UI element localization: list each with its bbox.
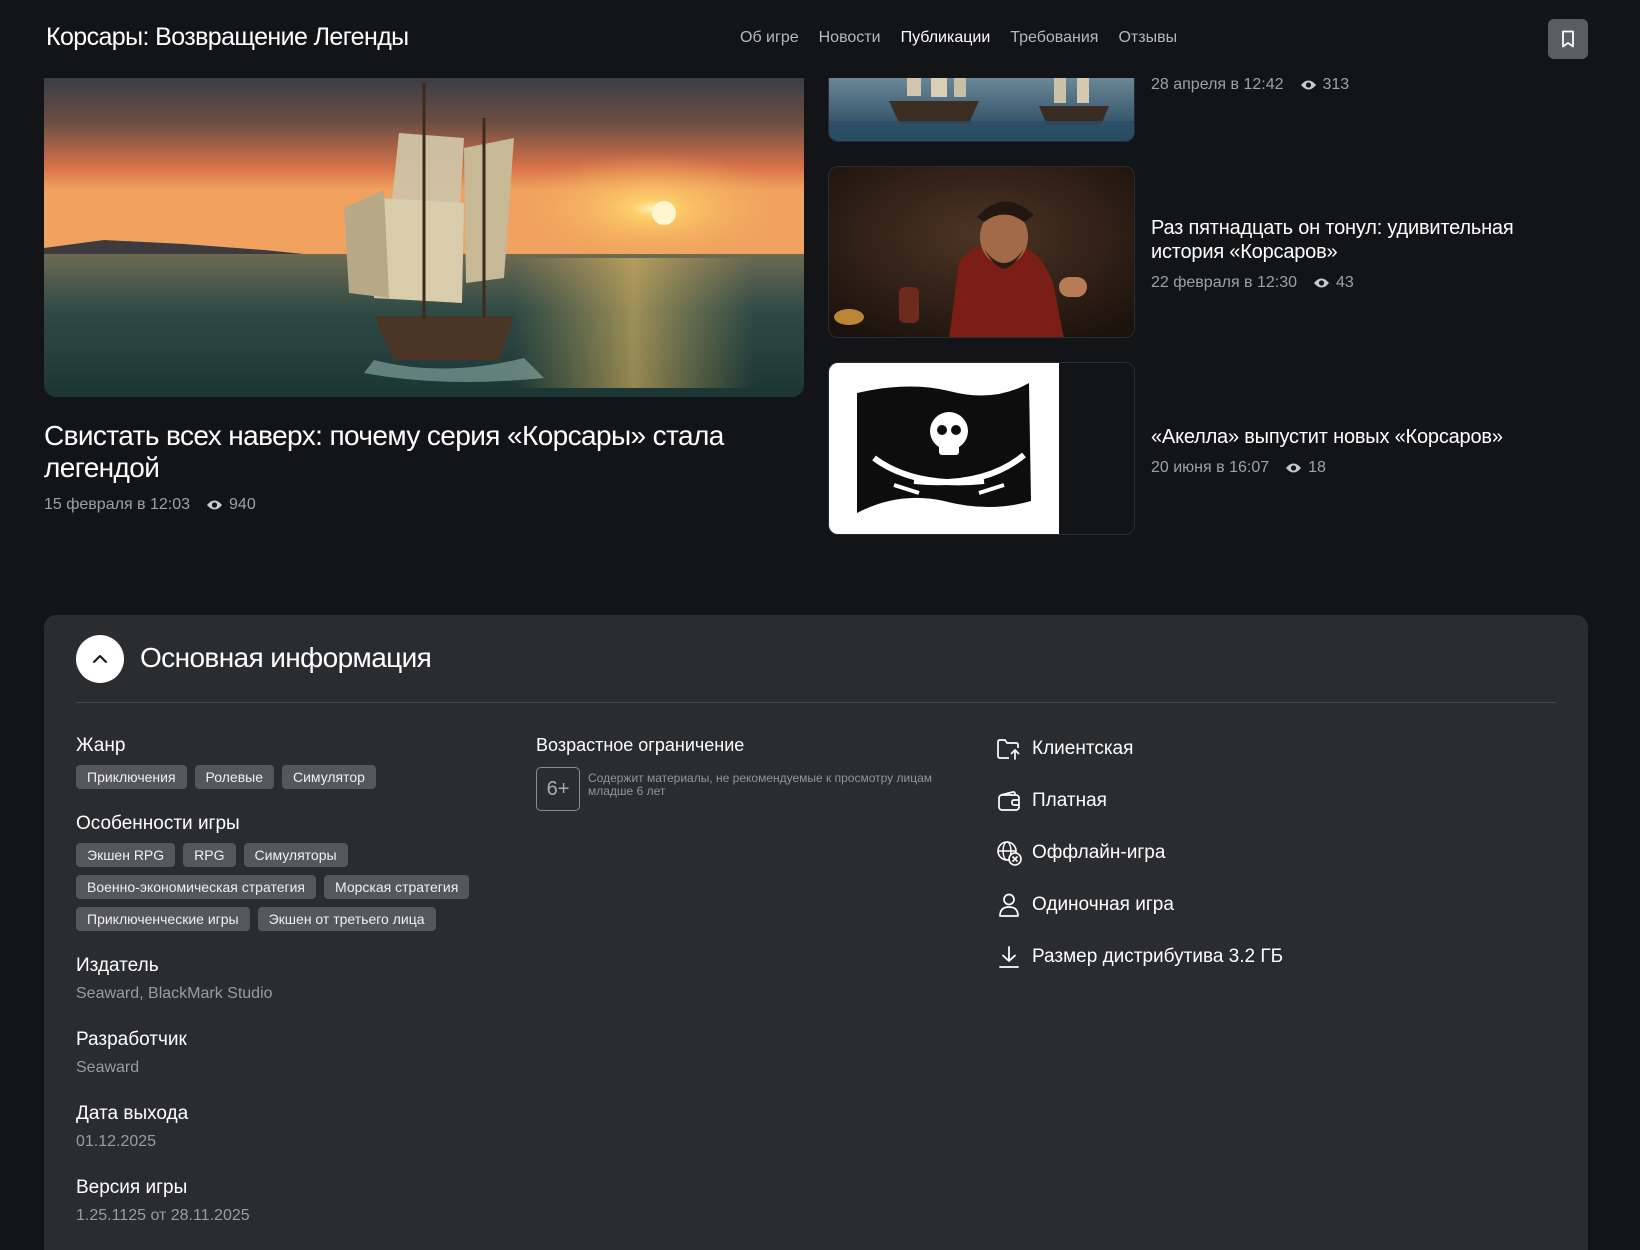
views-counter: 940 [206, 496, 256, 514]
article-date: 28 апреля в 12:42 [1151, 76, 1284, 93]
attribute-download-size: Размер дистрибутива 3.2 ГБ [996, 944, 1283, 970]
globe-offline-icon [996, 840, 1022, 866]
bookmark-icon [1562, 30, 1574, 48]
genre-tags: Приключения Ролевые Симулятор [76, 765, 376, 789]
main-info-panel: Основная информация Жанр Приключения Рол… [44, 615, 1588, 1250]
genre-tag[interactable]: Симулятор [281, 765, 376, 789]
feature-tag[interactable]: Экшен RPG [76, 843, 176, 867]
featured-article-image[interactable] [44, 78, 804, 397]
bookmark-button[interactable] [1548, 19, 1588, 59]
download-icon [996, 944, 1022, 970]
panel-title: Основная информация [140, 642, 432, 673]
attribute-label: Клиентская [1032, 738, 1134, 759]
attribute-paid: Платная [996, 788, 1107, 814]
feature-tag[interactable]: Экшен от третьего лица [257, 907, 436, 931]
features-tags-row-1: Экшен RPG RPG Симуляторы [76, 843, 348, 867]
views-count: 43 [1336, 274, 1354, 291]
article-image-pirate[interactable] [828, 166, 1135, 338]
article-date: 20 июня в 16:07 [1151, 459, 1270, 476]
release-value: 01.12.2025 [76, 1133, 157, 1150]
attribute-client: Клиентская [996, 736, 1133, 762]
views-count: 313 [1322, 76, 1350, 93]
feature-tag[interactable]: Морская стратегия [324, 875, 470, 899]
features-tags-row-2: Военно-экономическая стратегия Морская с… [76, 875, 470, 899]
attribute-offline: Оффлайн-игра [996, 840, 1165, 866]
version-label: Версия игры [76, 1177, 188, 1198]
developer-value: Seaward [76, 1059, 140, 1076]
attribute-label: Оффлайн-игра [1032, 842, 1166, 863]
feature-tag[interactable]: Военно-экономическая стратегия [76, 875, 316, 899]
article-date: 15 февраля в 12:03 [44, 496, 191, 513]
genre-tag[interactable]: Приключения [76, 765, 187, 789]
views-counter: 43 [1313, 274, 1354, 292]
nav-news[interactable]: Новости [819, 29, 881, 47]
feature-tag[interactable]: Приключенческие игры [76, 907, 250, 931]
age-label: Возрастное ограничение [536, 735, 745, 755]
developer-label: Разработчик [76, 1029, 187, 1050]
publisher-label: Издатель [76, 955, 159, 976]
eye-icon [207, 500, 223, 510]
views-counter: 313 [1300, 76, 1350, 94]
features-label: Особенности игры [76, 813, 240, 834]
nav-about[interactable]: Об игре [740, 29, 799, 47]
eye-icon [1300, 80, 1316, 90]
genre-tag[interactable]: Ролевые [194, 765, 274, 789]
feature-tag[interactable]: RPG [183, 843, 236, 867]
featured-article-meta: 15 февраля в 12:03 940 [44, 496, 256, 514]
age-rating-text: Содержит материалы, не рекомендуемые к п… [588, 771, 933, 798]
nav-requirements[interactable]: Требования [1010, 29, 1098, 47]
eye-icon [1314, 278, 1330, 288]
folder-upload-icon [996, 736, 1022, 762]
collapse-button[interactable] [76, 635, 124, 683]
article-title-3[interactable]: «Акелла» выпустит новых «Корсаров» [1151, 425, 1591, 449]
version-value: 1.25.1125 от 28.11.2025 [76, 1207, 250, 1224]
wallet-icon [996, 788, 1022, 814]
genre-label: Жанр [76, 735, 126, 756]
publisher-value: Seaward, BlackMark Studio [76, 985, 273, 1002]
views-count: 18 [1308, 459, 1326, 476]
attribute-label: Размер дистрибутива 3.2 ГБ [1032, 946, 1284, 967]
views-count: 940 [229, 496, 256, 513]
nav-reviews[interactable]: Отзывы [1118, 29, 1177, 47]
chevron-up-icon [93, 655, 107, 663]
article-meta-3: 20 июня в 16:07 18 [1151, 459, 1326, 477]
views-counter: 18 [1285, 459, 1326, 477]
site-title[interactable]: Корсары: Возвращение Легенды [46, 23, 409, 52]
attribute-label: Одиночная игра [1032, 894, 1174, 915]
feature-tag[interactable]: Симуляторы [243, 843, 348, 867]
nav-publications[interactable]: Публикации [901, 29, 991, 47]
article-meta-1: 28 апреля в 12:42 313 [1151, 76, 1349, 94]
user-icon [996, 892, 1022, 918]
article-image-jolly-roger[interactable] [828, 362, 1135, 535]
features-tags-row-3: Приключенческие игры Экшен от третьего л… [76, 907, 436, 931]
release-label: Дата выхода [76, 1103, 189, 1124]
article-meta-2: 22 февраля в 12:30 43 [1151, 274, 1354, 292]
attribute-single-player: Одиночная игра [996, 892, 1174, 918]
main-nav: Об игре Новости Публикации Требования От… [740, 29, 1177, 47]
article-title-2[interactable]: Раз пятнадцать он тонул: удивительная ис… [1151, 216, 1591, 264]
eye-icon [1286, 463, 1302, 473]
site-header: Корсары: Возвращение Легенды Об игре Нов… [0, 0, 1640, 78]
divider [76, 702, 1556, 703]
featured-article-title[interactable]: Свистать всех наверх: почему серия «Корс… [44, 420, 784, 484]
article-date: 22 февраля в 12:30 [1151, 274, 1298, 291]
age-rating-badge: 6+ [536, 767, 580, 811]
attribute-label: Платная [1032, 790, 1107, 811]
